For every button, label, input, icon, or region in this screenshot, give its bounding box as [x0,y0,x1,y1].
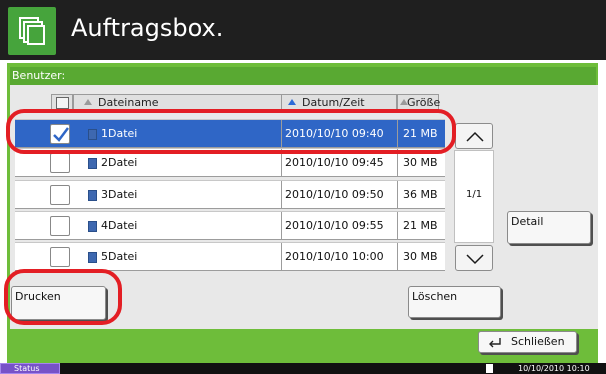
file-name: 2Datei [101,156,138,169]
selected-row-highlight [6,109,456,154]
column-divider [397,212,398,239]
close-button-label: Schließen [511,335,565,348]
row-checkbox[interactable] [50,247,70,267]
detail-button[interactable]: Detail [507,211,591,244]
detail-button-label: Detail [511,215,544,228]
column-divider [281,212,282,239]
file-icon [88,158,97,169]
select-all-checkbox[interactable] [56,97,69,109]
user-label: Benutzer: [12,69,66,82]
row-checkbox[interactable] [50,185,70,205]
file-date: 2010/10/10 10:00 [285,250,384,263]
scroll-down-button[interactable] [455,245,493,271]
file-date: 2010/10/10 09:50 [285,188,384,201]
sort-arrow-icon [84,99,92,105]
file-size: 30 MB [403,250,438,263]
table-row[interactable]: 3Datei 2010/10/10 09:50 36 MB [15,180,445,209]
file-date: 2010/10/10 09:55 [285,219,384,232]
file-size: 36 MB [403,188,438,201]
column-divider [397,181,398,208]
delete-button[interactable]: Löschen [408,286,501,318]
file-size: 21 MB [403,219,438,232]
column-divider [397,243,398,270]
row-checkbox[interactable] [50,216,70,236]
table-row[interactable]: 5Datei 2010/10/10 10:00 30 MB [15,242,445,271]
file-icon [88,221,97,232]
page-indicator: 1/1 [466,189,483,200]
chevron-up-icon [466,131,484,142]
document-icon [486,364,493,373]
file-icon [88,252,97,263]
status-label: Status [14,364,40,373]
user-bar [10,67,596,85]
file-date: 2010/10/10 09:45 [285,156,384,169]
document-box-icon [8,7,56,55]
close-button[interactable]: Schließen [478,331,577,353]
chevron-down-icon [466,254,484,265]
sort-arrow-icon [288,99,296,105]
return-arrow-icon [489,338,501,348]
table-row[interactable]: 4Datei 2010/10/10 09:55 21 MB [15,211,445,240]
file-size: 30 MB [403,156,438,169]
status-bar [0,363,606,374]
scroll-up-button[interactable] [455,123,493,149]
print-button-highlight [4,269,122,325]
row-checkbox[interactable] [50,153,70,173]
file-name: 3Datei [101,188,138,201]
screen: Auftragsbox. Benutzer: Dateiname Datum/Z… [0,0,606,374]
status-datetime: 10/10/2010 10:10 [518,364,590,373]
column-divider [281,243,282,270]
header-bar: Auftragsbox. [0,0,606,60]
page-title: Auftragsbox. [71,14,224,42]
file-name: 4Datei [101,219,138,232]
file-icon [88,190,97,201]
delete-button-label: Löschen [412,290,458,303]
column-divider [281,181,282,208]
file-name: 5Datei [101,250,138,263]
